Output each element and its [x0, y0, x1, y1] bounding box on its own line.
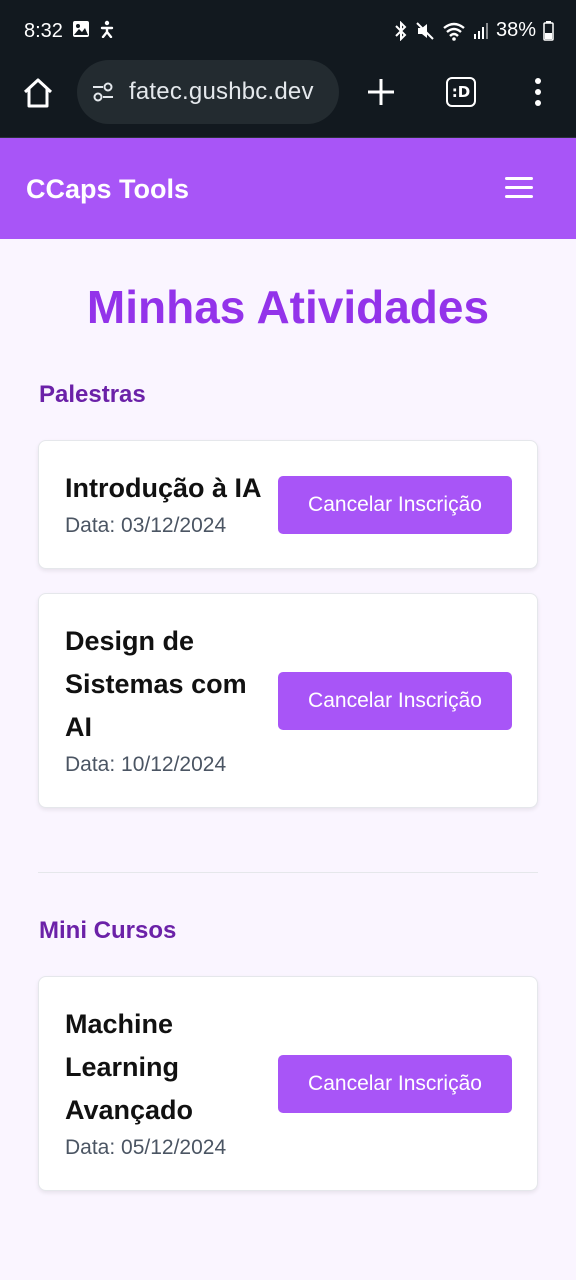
- cancel-registration-button[interactable]: Cancelar Inscrição: [278, 476, 512, 534]
- battery-percent: 38%: [495, 19, 536, 41]
- section-divider: [38, 872, 538, 873]
- brand-title[interactable]: CCaps Tools: [26, 174, 189, 205]
- bluetooth-icon: [394, 20, 408, 41]
- gallery-icon: [72, 20, 90, 38]
- hamburger-menu-icon[interactable]: [505, 177, 533, 199]
- cancel-registration-button[interactable]: Cancelar Inscrição: [278, 1055, 512, 1113]
- browser-menu-button[interactable]: [528, 76, 548, 108]
- home-icon: [23, 78, 53, 108]
- tab-switcher-button[interactable]: :D: [446, 77, 476, 107]
- plus-icon: [368, 79, 394, 105]
- battery-icon: [543, 20, 554, 41]
- new-tab-button[interactable]: [364, 75, 398, 109]
- browser-toolbar: fatec.gushbc.dev :D: [0, 60, 576, 138]
- home-button[interactable]: [20, 75, 56, 111]
- app-header: CCaps Tools: [0, 138, 576, 239]
- page-title: Minhas Atividades: [86, 281, 490, 333]
- activity-date: Data: 05/12/2024: [65, 1136, 227, 1159]
- site-settings-icon[interactable]: [91, 81, 115, 108]
- accessibility-icon: [98, 20, 116, 38]
- cancel-registration-button[interactable]: Cancelar Inscrição: [278, 672, 512, 730]
- section-title-mini-cursos: Mini Cursos: [39, 917, 177, 944]
- activity-card: Design de Sistemas com AI Data: 10/12/20…: [38, 593, 538, 808]
- activity-card: Introdução à IA Data: 03/12/2024 Cancela…: [38, 440, 538, 569]
- mute-icon: [415, 21, 435, 41]
- url-text: fatec.gushbc.dev: [129, 78, 314, 105]
- activity-date: Data: 03/12/2024: [65, 514, 227, 537]
- signal-icon: [473, 22, 489, 40]
- address-bar[interactable]: fatec.gushbc.dev: [77, 60, 339, 124]
- status-bar: 8:32 38%: [0, 0, 576, 60]
- activity-title: Design de Sistemas com AI: [65, 626, 247, 742]
- status-time: 8:32: [24, 20, 63, 42]
- activity-title: Introdução à IA: [65, 473, 262, 503]
- activity-date: Data: 10/12/2024: [65, 753, 227, 776]
- section-title-palestras: Palestras: [39, 381, 146, 408]
- activity-title: Machine Learning Avançado: [65, 1009, 194, 1125]
- wifi-icon: [442, 21, 466, 41]
- activity-card: Machine Learning Avançado Data: 05/12/20…: [38, 976, 538, 1191]
- more-vert-icon: [535, 78, 541, 106]
